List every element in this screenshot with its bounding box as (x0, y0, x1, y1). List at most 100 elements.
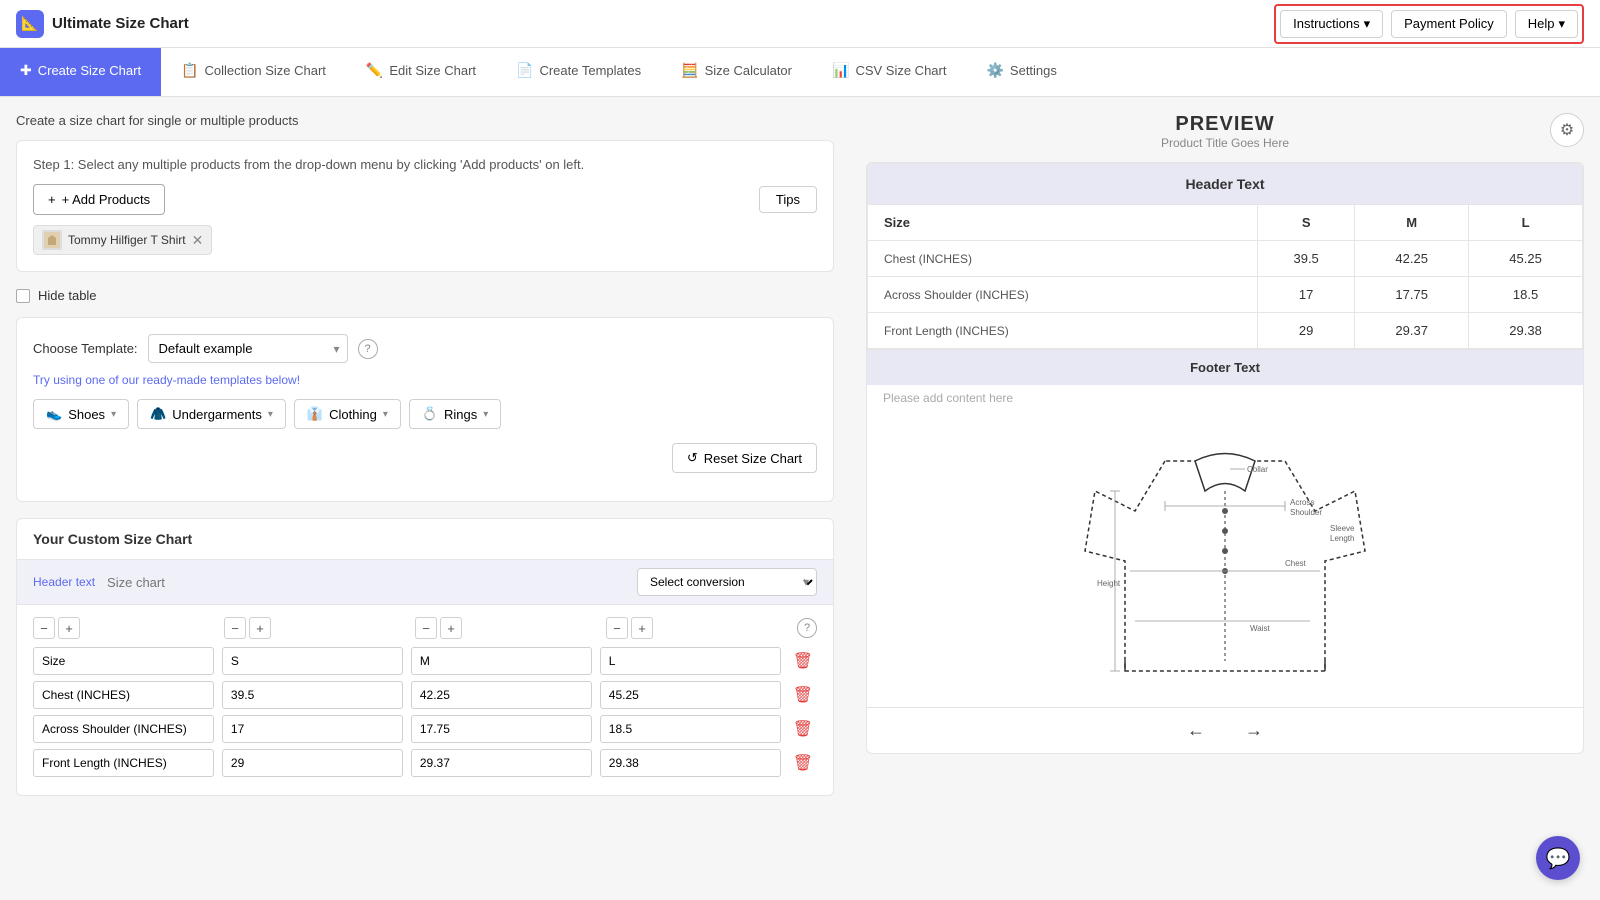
preview-card: Header Text Size S M L Chest (INCHES) 39… (866, 162, 1584, 754)
edit-icon: ✏️ (366, 62, 383, 79)
cell-2-4[interactable] (600, 681, 781, 709)
template-hint: Try using one of our ready-made template… (33, 373, 817, 387)
col-ctrl-3: − + (415, 617, 600, 639)
preview-settings-button[interactable]: ⚙ (1550, 113, 1584, 147)
category-clothing-button[interactable]: 👔 Clothing ▾ (294, 399, 401, 429)
col-add-4[interactable]: + (631, 617, 653, 639)
cell-3-4[interactable] (600, 715, 781, 743)
right-panel: PREVIEW Product Title Goes Here ⚙ Header… (850, 97, 1600, 898)
gear-icon: ⚙ (1560, 120, 1574, 140)
template-label: Choose Template: (33, 341, 138, 356)
table-area: − + − + − + − + ? (17, 605, 833, 795)
col-add-2[interactable]: + (249, 617, 271, 639)
product-thumbnail (42, 230, 62, 250)
cell-4-4[interactable] (600, 749, 781, 777)
cell-4-2[interactable] (222, 749, 403, 777)
tab-settings[interactable]: ⚙️ Settings (966, 48, 1076, 96)
cell-1-4[interactable] (600, 647, 781, 675)
table-row: 🗑 (33, 715, 817, 743)
category-shoes-button[interactable]: 👟 Shoes ▾ (33, 399, 129, 429)
col-remove-4[interactable]: − (606, 617, 628, 639)
template-select-wrapper: Default example (148, 334, 348, 363)
category-undergarments-button[interactable]: 🧥 Undergarments ▾ (137, 399, 286, 429)
cell-3-2[interactable] (222, 715, 403, 743)
clothing-icon: 👔 (307, 406, 323, 422)
hide-table-checkbox[interactable] (16, 289, 30, 303)
template-card: Choose Template: Default example ? Try u… (16, 317, 834, 502)
category-rings-button[interactable]: 💍 Rings ▾ (409, 399, 501, 429)
header-text-input[interactable] (107, 575, 629, 590)
conversion-select-wrapper: Select conversion (637, 568, 817, 596)
collection-icon: 📋 (181, 62, 198, 79)
cell-2-2[interactable] (222, 681, 403, 709)
reset-row: ↺ Reset Size Chart (33, 443, 817, 473)
template-icon: 📄 (516, 62, 533, 79)
cell-4-3[interactable] (411, 749, 592, 777)
chevron-down-icon: ▾ (1364, 16, 1371, 32)
conversion-select[interactable]: Select conversion (637, 568, 817, 596)
reset-size-chart-button[interactable]: ↺ Reset Size Chart (672, 443, 817, 473)
preview-subtitle: Product Title Goes Here (900, 136, 1550, 150)
prev-diagram-button[interactable]: ← (1177, 716, 1215, 745)
nav-tabs: ✚ Create Size Chart 📋 Collection Size Ch… (0, 48, 1600, 97)
add-products-button[interactable]: + + Add Products (33, 184, 165, 215)
tab-create-templates[interactable]: 📄 Create Templates (496, 48, 661, 96)
preview-chest-l: 45.25 (1469, 241, 1583, 277)
app-logo: 📐 Ultimate Size Chart (16, 10, 1274, 38)
svg-text:Length: Length (1330, 534, 1354, 543)
create-icon: ✚ (20, 62, 32, 79)
cell-3-1[interactable] (33, 715, 214, 743)
step1-card: Step 1: Select any multiple products fro… (16, 140, 834, 272)
col-remove-1[interactable]: − (33, 617, 55, 639)
cell-1-3[interactable] (411, 647, 592, 675)
cell-2-1[interactable] (33, 681, 214, 709)
preview-data-row: Front Length (INCHES) 29 29.37 29.38 (868, 313, 1583, 349)
help-button[interactable]: Help ▾ (1515, 10, 1578, 38)
tab-size-calculator[interactable]: 🧮 Size Calculator (661, 48, 812, 96)
chevron-icon: ▾ (483, 409, 488, 420)
product-tag: Tommy Hilfiger T Shirt ✕ (33, 225, 212, 255)
left-panel: Create a size chart for single or multip… (0, 97, 850, 898)
delete-row-2-button[interactable]: 🗑 (789, 685, 817, 705)
delete-row-1-button[interactable]: 🗑 (789, 651, 817, 671)
preview-chest-m: 42.25 (1355, 241, 1469, 277)
col-ctrl-1: − + (33, 617, 218, 639)
remove-product-button[interactable]: ✕ (192, 233, 204, 247)
payment-policy-button[interactable]: Payment Policy (1391, 10, 1507, 38)
next-diagram-button[interactable]: → (1235, 716, 1273, 745)
preview-label-chest: Chest (INCHES) (868, 241, 1258, 277)
tab-csv-size-chart[interactable]: 📊 CSV Size Chart (812, 48, 966, 96)
reset-icon: ↺ (687, 450, 698, 466)
preview-data-row: Across Shoulder (INCHES) 17 17.75 18.5 (868, 277, 1583, 313)
delete-row-4-button[interactable]: 🗑 (789, 753, 817, 773)
chevron-icon: ▾ (268, 409, 273, 420)
preview-title: PREVIEW Product Title Goes Here (900, 113, 1550, 150)
tips-button[interactable]: Tips (759, 186, 817, 213)
col-add-1[interactable]: + (58, 617, 80, 639)
col-remove-2[interactable]: − (224, 617, 246, 639)
preview-header: PREVIEW Product Title Goes Here ⚙ (866, 113, 1584, 150)
hide-table-label: Hide table (38, 288, 97, 303)
cell-1-1[interactable] (33, 647, 214, 675)
preview-table-header-row: Header Text (868, 164, 1583, 205)
table-help-icon[interactable]: ? (797, 618, 817, 638)
col-ctrl-4: − + (606, 617, 791, 639)
delete-row-3-button[interactable]: 🗑 (789, 719, 817, 739)
cell-2-3[interactable] (411, 681, 592, 709)
instructions-button[interactable]: Instructions ▾ (1280, 10, 1383, 38)
section-title: Create a size chart for single or multip… (16, 113, 834, 128)
tab-create-size-chart[interactable]: ✚ Create Size Chart (0, 48, 161, 96)
shirt-diagram: Collar Across Shoulder Chest Sleeve Leng… (867, 415, 1583, 707)
col-controls-row: − + − + − + − + ? (33, 617, 817, 639)
chat-bubble-button[interactable]: 💬 (1536, 836, 1580, 880)
col-remove-3[interactable]: − (415, 617, 437, 639)
template-select[interactable]: Default example (148, 334, 348, 363)
cell-3-3[interactable] (411, 715, 592, 743)
help-icon[interactable]: ? (358, 339, 378, 359)
col-add-3[interactable]: + (440, 617, 462, 639)
cell-4-1[interactable] (33, 749, 214, 777)
cell-1-2[interactable] (222, 647, 403, 675)
chevron-icon: ▾ (111, 409, 116, 420)
tab-edit-size-chart[interactable]: ✏️ Edit Size Chart (346, 48, 496, 96)
tab-collection-size-chart[interactable]: 📋 Collection Size Chart (161, 48, 346, 96)
